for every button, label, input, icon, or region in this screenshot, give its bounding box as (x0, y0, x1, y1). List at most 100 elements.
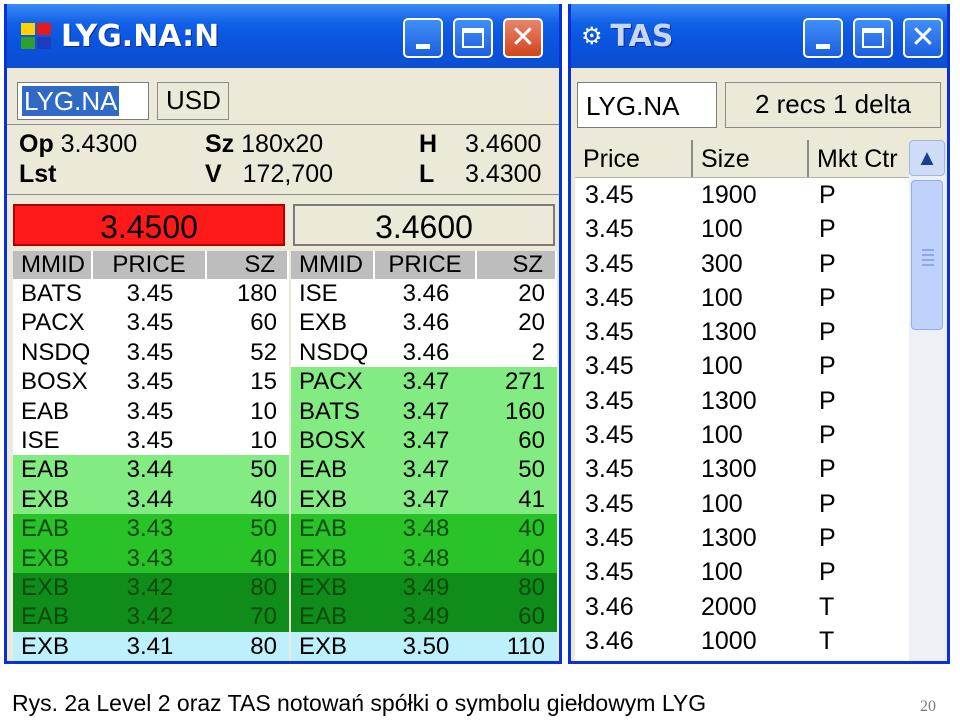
book-row[interactable]: BOSX 3.45 15 (13, 367, 289, 397)
tas-row[interactable]: 3.46 2000 T (575, 590, 909, 624)
book-row[interactable]: BATS 3.45 180 (13, 279, 289, 309)
mmid-cell: EAB (299, 456, 348, 484)
price-cell: 3.45 (585, 283, 634, 312)
mkt-ctr-cell: P (819, 283, 836, 312)
tas-row[interactable]: 3.45 300 P (575, 247, 909, 281)
price-cell: 3.46 (402, 280, 450, 307)
book-row[interactable]: EAB 3.44 50 (13, 455, 289, 485)
book-row[interactable]: PACX 3.45 60 (13, 308, 289, 338)
col-mmid[interactable]: MMID (291, 251, 375, 279)
col-size[interactable]: SZ (477, 251, 557, 279)
tas-row[interactable]: 3.45 100 P (575, 487, 909, 521)
size-cell: 40 (250, 544, 277, 572)
book-row[interactable]: EAB 3.49 60 (291, 602, 557, 632)
size-cell: 100 (701, 215, 743, 244)
bid-header: MMID PRICE SZ (13, 251, 289, 279)
tas-titlebar[interactable]: ⚙ TAS ✕ (571, 4, 947, 68)
price-cell: 3.45 (126, 309, 174, 337)
price-cell: 3.45 (126, 397, 174, 425)
book-row[interactable]: NSDQ 3.46 2 (291, 337, 557, 368)
h-label: H (419, 130, 438, 158)
tas-row[interactable]: 3.45 100 P (575, 555, 909, 589)
book-row[interactable]: ISE 3.46 20 (291, 279, 557, 309)
size-cell: 80 (518, 573, 545, 601)
col-price[interactable]: PRICE (375, 251, 477, 279)
book-row[interactable]: EAB 3.42 70 (13, 602, 289, 632)
maximize-button[interactable] (853, 18, 893, 58)
mkt-ctr-cell: P (819, 215, 836, 244)
tas-row[interactable]: 3.45 1300 P (575, 384, 909, 418)
col-size[interactable]: SZ (207, 251, 289, 279)
book-row[interactable]: EXB 3.46 20 (291, 308, 557, 338)
best-ask: 3.4600 (293, 204, 555, 246)
size-cell: 1900 (701, 181, 757, 209)
book-row[interactable]: ISE 3.45 10 (13, 425, 289, 456)
tas-scrollbar[interactable]: ▲ (909, 140, 945, 661)
tas-row[interactable]: 3.46 1000 T (575, 624, 909, 658)
book-row[interactable]: BOSX 3.47 60 (291, 425, 557, 456)
tas-row[interactable]: 3.45 100 P (575, 349, 909, 383)
symbol-input[interactable]: LYG.NA (17, 82, 149, 120)
minimize-button[interactable] (803, 18, 843, 58)
book-row[interactable]: EAB 3.48 40 (291, 514, 557, 544)
op-value: 3.4300 (60, 130, 138, 158)
book-row[interactable]: EAB 3.45 10 (13, 396, 289, 426)
book-row[interactable]: EAB 3.47 50 (291, 455, 557, 485)
col-mkt-ctr[interactable]: Mkt Ctr (809, 140, 909, 177)
price-cell: 3.45 (585, 421, 634, 450)
book-row[interactable]: EXB 3.48 40 (291, 543, 557, 573)
mkt-ctr-cell: P (819, 421, 836, 450)
tas-row[interactable]: 3.45 1300 P (575, 315, 909, 349)
size-cell: 70 (250, 603, 277, 631)
tas-row[interactable]: 3.45 100 P (575, 212, 909, 246)
book-row[interactable]: EAB 3.43 50 (13, 514, 289, 544)
size-cell: 180 (236, 280, 277, 307)
price-cell: 3.45 (585, 455, 634, 484)
tas-row[interactable]: 3.45 100 P (575, 418, 909, 452)
book-row[interactable]: EXB 3.42 80 (13, 572, 289, 603)
tas-row[interactable]: 3.45 1300 P (575, 521, 909, 555)
size-cell: 1300 (701, 455, 757, 484)
scroll-thumb[interactable] (911, 180, 943, 330)
tas-grid: Price Size Mkt Ctr 3.45 1900 P 3.45 100 P 3.45… (575, 140, 909, 661)
col-price[interactable]: Price (575, 140, 693, 177)
book-row[interactable]: EXB 3.49 80 (291, 572, 557, 603)
tas-row[interactable]: 3.45 1300 P (575, 452, 909, 486)
tas-info-tab[interactable]: 2 recs 1 delta (725, 82, 941, 128)
book-row[interactable]: PACX 3.47 271 (291, 367, 557, 397)
size-cell: 80 (250, 573, 277, 601)
tas-symbol-input[interactable]: LYG.NA (577, 82, 717, 128)
price-cell: 3.47 (402, 456, 450, 484)
size-cell: 300 (701, 249, 743, 278)
book-row[interactable]: EXB 3.47 41 (291, 484, 557, 515)
book-row[interactable]: EXB 3.41 80 (13, 631, 289, 662)
col-mmid[interactable]: MMID (13, 251, 93, 279)
tas-app-icon: ⚙ (581, 22, 603, 50)
book-row[interactable]: EXB 3.44 40 (13, 484, 289, 515)
level2-titlebar[interactable]: LYG.NA:N ✕ (7, 4, 559, 68)
currency-tab[interactable]: USD (157, 82, 229, 120)
book-row[interactable]: NSDQ 3.45 52 (13, 337, 289, 368)
app-grid-icon (21, 23, 51, 49)
book-row[interactable]: EXB 3.43 40 (13, 543, 289, 573)
grip-icon (922, 249, 934, 269)
col-size[interactable]: Size (693, 140, 809, 177)
maximize-button[interactable] (453, 18, 493, 58)
book-row[interactable]: BATS 3.47 160 (291, 396, 557, 426)
close-button[interactable]: ✕ (903, 18, 943, 58)
price-cell: 3.44 (126, 456, 174, 484)
price-cell: 3.42 (126, 603, 174, 631)
scroll-up-button[interactable]: ▲ (909, 140, 945, 176)
v-label: V (205, 160, 222, 188)
close-button[interactable]: ✕ (503, 18, 543, 58)
size-cell: 40 (518, 515, 545, 543)
mmid-cell: BATS (299, 397, 360, 425)
col-price[interactable]: PRICE (93, 251, 207, 279)
book-row[interactable]: EXB 3.50 110 (291, 631, 557, 662)
price-cell: 3.42 (126, 573, 174, 601)
price-cell: 3.46 (585, 592, 634, 621)
size-cell: 40 (250, 485, 277, 513)
tas-row[interactable]: 3.45 100 P (575, 281, 909, 315)
tas-row[interactable]: 3.45 1900 P (575, 178, 909, 212)
minimize-button[interactable] (403, 18, 443, 58)
